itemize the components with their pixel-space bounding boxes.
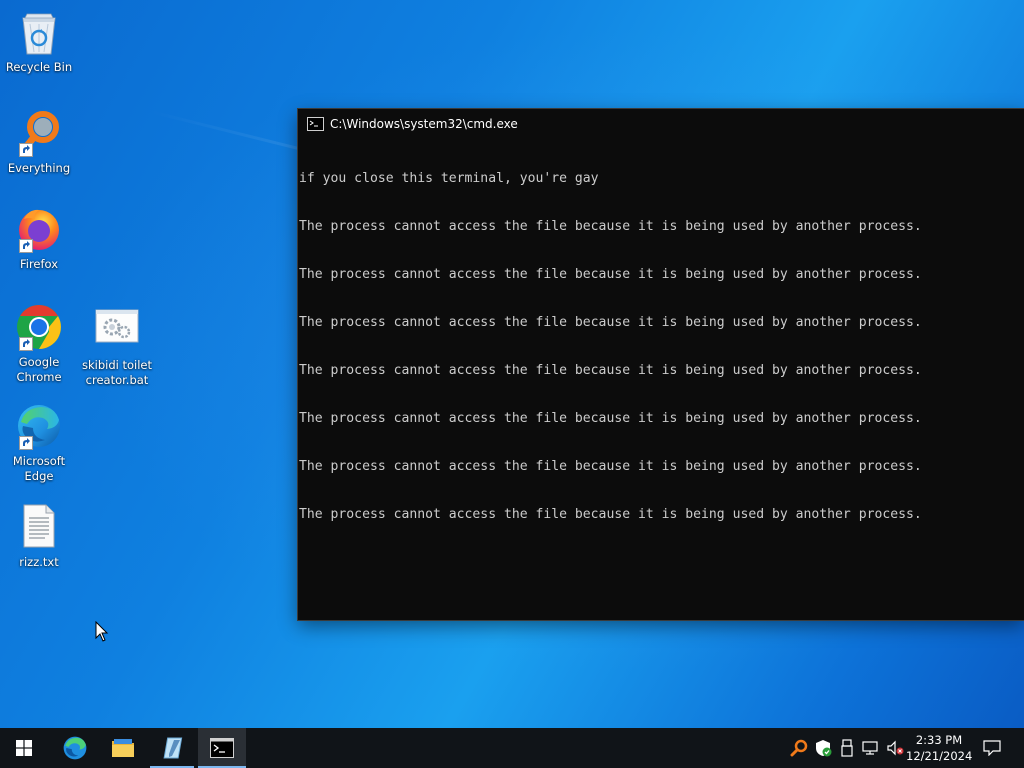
console-line: The process cannot access the file becau… [299,411,922,426]
taskbar: 2:33 PM 12/21/2024 [0,728,1024,768]
firefox-label: Firefox [19,257,59,271]
desktop-icon-txt-file[interactable]: rizz.txt [1,503,77,570]
volume-muted-icon [887,740,904,756]
edge-label: Microsoft Edge [12,454,66,483]
cmd-title-bar[interactable]: C:\Windows\system32\cmd.exe [298,109,1024,139]
notification-icon [983,740,1001,756]
cmd-window-icon [307,117,324,131]
shortcut-arrow-icon [19,239,33,253]
action-center-button[interactable] [978,728,1006,768]
recycle-bin-label: Recycle Bin [5,60,73,74]
console-line: The process cannot access the file becau… [299,219,922,234]
everything-label: Everything [7,161,71,175]
everything-icon [13,109,65,159]
notepad-icon [163,737,183,759]
desktop-icon-bat-file[interactable]: skibidi toilet creator.bat [79,306,155,388]
console-line: The process cannot access the file becau… [299,315,922,330]
bat-file-label: skibidi toilet creator.bat [81,358,152,387]
clock-date: 12/21/2024 [906,749,973,763]
console-line: The process cannot access the file becau… [299,507,922,522]
tray-security[interactable] [812,728,834,768]
start-button[interactable] [0,728,48,768]
mouse-pointer-icon [95,620,109,647]
edge-icon [63,736,87,760]
txt-file-label: rizz.txt [19,555,59,569]
file-explorer-icon [112,739,134,757]
taskbar-clock[interactable]: 2:33 PM 12/21/2024 [906,732,972,764]
recycle-bin-icon [13,8,65,58]
clock-time: 2:33 PM [915,733,963,747]
usb-eject-icon [841,739,853,757]
edge-icon [13,402,65,452]
network-icon [862,741,878,755]
firefox-icon [13,205,65,255]
console-line: The process cannot access the file becau… [299,363,922,378]
desktop-icon-edge[interactable]: Microsoft Edge [1,402,77,484]
chrome-label: Google Chrome [16,355,62,384]
cmd-console-output[interactable]: if you close this terminal, you're gay T… [298,139,1024,555]
console-line: The process cannot access the file becau… [299,267,922,282]
tray-network[interactable] [860,728,882,768]
taskbar-file-explorer-button[interactable] [99,728,147,768]
desktop-icon-chrome[interactable]: Google Chrome [1,303,77,385]
taskbar-notepad-button[interactable] [148,728,196,768]
shortcut-arrow-icon [19,143,33,157]
tray-everything[interactable] [788,728,810,768]
chrome-icon [13,303,65,353]
cmd-window[interactable]: C:\Windows\system32\cmd.exe if you close… [298,109,1024,620]
desktop-icon-recycle-bin[interactable]: Recycle Bin [1,8,77,75]
shortcut-arrow-icon [19,436,33,450]
console-line: The process cannot access the file becau… [299,459,922,474]
console-line: if you close this terminal, you're gay [299,171,599,186]
tray-usb[interactable] [836,728,858,768]
taskbar-cmd-button[interactable] [198,728,246,768]
start-icon [16,740,32,756]
taskbar-edge-button[interactable] [51,728,99,768]
shortcut-arrow-icon [19,337,33,351]
batch-file-icon [91,306,143,356]
desktop-icon-firefox[interactable]: Firefox [1,205,77,272]
text-file-icon [13,503,65,553]
cmd-window-title: C:\Windows\system32\cmd.exe [330,117,518,131]
cmd-icon [210,738,234,758]
tray-volume[interactable] [884,728,906,768]
security-shield-icon [816,740,832,757]
desktop-icon-everything[interactable]: Everything [1,109,77,176]
desktop[interactable]: Recycle Bin Everything Firefox Google Ch… [0,0,1024,728]
everything-tray-icon [790,739,808,757]
